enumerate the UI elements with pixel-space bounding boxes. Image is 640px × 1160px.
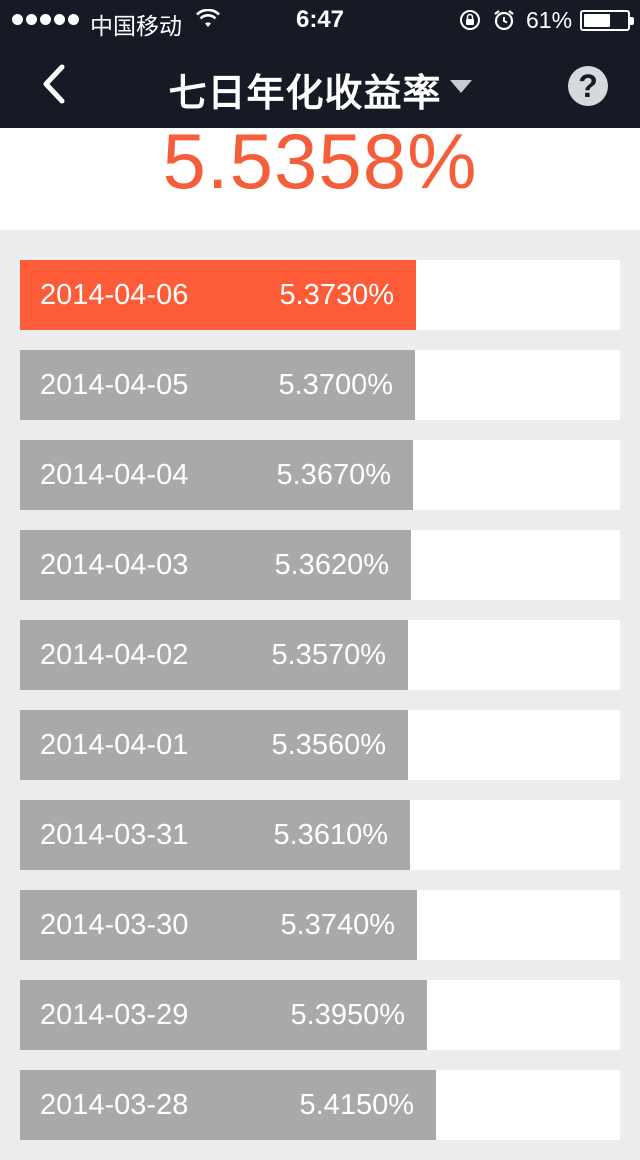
- history-row[interactable]: 2014-03-29 5.3950%: [20, 980, 620, 1050]
- caret-down-icon: [449, 80, 472, 93]
- history-row[interactable]: 2014-04-06 5.3730%: [20, 260, 620, 330]
- current-rate: 5.5358%: [162, 117, 478, 205]
- status-bar: 中国移动 6:47 61%: [0, 0, 640, 40]
- battery-icon: [580, 10, 634, 31]
- help-button[interactable]: ?: [568, 66, 608, 106]
- history-row[interactable]: 2014-04-04 5.3670%: [20, 440, 620, 510]
- row-rate: 5.3730%: [279, 279, 395, 311]
- history-row[interactable]: 2014-04-01 5.3560%: [20, 710, 620, 780]
- row-rate: 5.3670%: [276, 459, 392, 491]
- page-title: 七日年化收益率: [168, 73, 442, 115]
- history-row[interactable]: 2014-04-02 5.3570%: [20, 620, 620, 690]
- history-row[interactable]: 2014-04-05 5.3700%: [20, 350, 620, 420]
- rate-history-list: 2014-04-06 5.3730% 2014-04-05 5.3700% 2014-0…: [20, 260, 620, 1160]
- row-rate: 5.3950%: [290, 999, 406, 1031]
- history-row[interactable]: 2014-03-28 5.4150%: [20, 1070, 620, 1140]
- row-rate: 5.3570%: [271, 639, 387, 671]
- row-rate: 5.3560%: [271, 729, 387, 761]
- row-rate: 5.3610%: [273, 819, 389, 851]
- row-rate: 5.3740%: [280, 909, 396, 941]
- row-rate: 5.3700%: [278, 369, 394, 401]
- rotation-lock-icon: [458, 9, 482, 36]
- row-rate: 5.4150%: [299, 1089, 415, 1121]
- history-row[interactable]: 2014-04-03 5.3620%: [20, 530, 620, 600]
- alarm-icon: [493, 9, 515, 36]
- history-row[interactable]: 2014-03-31 5.3610%: [20, 800, 620, 870]
- battery-percent: 61%: [526, 7, 573, 33]
- title-dropdown[interactable]: 七日年化收益率: [0, 62, 640, 117]
- nav-bar: 七日年化收益率 ?: [0, 40, 640, 128]
- row-rate: 5.3620%: [274, 549, 390, 581]
- history-row[interactable]: 2014-03-30 5.3740%: [20, 890, 620, 960]
- current-rate-panel: 5.5358%: [0, 117, 640, 230]
